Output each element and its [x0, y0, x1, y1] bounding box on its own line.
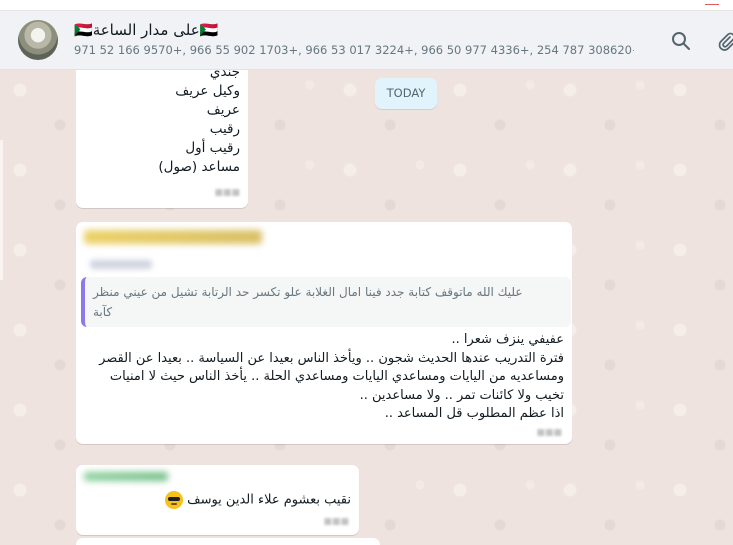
title-flag-right-icon: 🇸🇩: [199, 21, 219, 39]
message-line: اذا عظم المطلوب قل المساعد ..: [384, 406, 564, 421]
sender-phone-blurred: [90, 260, 152, 269]
message-timestamp-blurred: ■■■: [214, 188, 240, 198]
title-flag-left-icon: 🇸🇩: [74, 21, 93, 39]
search-icon[interactable]: [671, 31, 691, 51]
sunglasses-emoji-icon: [164, 491, 183, 509]
message-text: نقيب بعشوم علاء الدين يوسف: [187, 492, 351, 508]
message-line: تخيب ولا كائنات تمر .. ولا مساعدين ..: [359, 387, 564, 403]
chat-header[interactable]: 🇸🇩على مدار الساعة🇸🇩 971 52 166 9570+, 96…: [0, 11, 733, 70]
date-divider: TODAY: [375, 78, 437, 109]
paperclip-icon[interactable]: [716, 31, 733, 51]
group-title-text: على مدار الساعة: [92, 21, 200, 39]
message-text-row: نقيب بعشوم علاء الدين يوسف: [164, 491, 351, 509]
message-bubble-reply[interactable]: عليك الله ماتوقف كتابة جدد فينا امال الغ…: [76, 222, 572, 444]
sender-name-blurred: [84, 472, 168, 481]
window-control-mark: [705, 0, 719, 5]
quoted-message[interactable]: عليك الله ماتوقف كتابة جدد فينا امال الغ…: [81, 277, 571, 327]
message-bubble-ranks[interactable]: جندي وكيل عريف عريف رقيب رقيب أول مساعد …: [76, 70, 248, 208]
message-timestamp-blurred: ■■■: [323, 517, 349, 527]
message-line: رقيب أول: [185, 140, 240, 156]
message-bubble-name[interactable]: نقيب بعشوم علاء الدين يوسف ■■■: [76, 465, 359, 535]
message-line: جندي: [209, 70, 240, 80]
message-line: مساعد (صول): [158, 159, 240, 175]
window-top-edge: [0, 0, 733, 11]
sender-name-blurred: [84, 230, 262, 244]
message-bubble-partial[interactable]: [76, 538, 380, 545]
message-line: ومساعديه من اليايات ومساعدي اليايات ومسا…: [109, 369, 564, 384]
group-avatar[interactable]: [18, 20, 58, 60]
participants-list: 971 52 166 9570+, 966 55 902 1703+, 966 …: [74, 43, 634, 57]
message-line: عريف: [206, 102, 240, 118]
panel-edge: [0, 140, 3, 280]
message-line: عفيفي ينزف شعرا ..: [451, 332, 564, 347]
message-body: عفيفي ينزف شعرا .. فترة التدريب عندها ال…: [86, 331, 564, 424]
quoted-message-text: عليك الله ماتوقف كتابة جدد فينا امال الغ…: [93, 285, 523, 319]
message-line: فترة التدريب عندها الحديث شجون .. ويأخذ …: [99, 350, 564, 366]
message-line: رقيب: [209, 121, 240, 137]
group-title[interactable]: 🇸🇩على مدار الساعة🇸🇩: [74, 21, 218, 39]
message-timestamp-blurred: ■■■: [536, 428, 562, 438]
chat-area[interactable]: جندي وكيل عريف عريف رقيب رقيب أول مساعد …: [0, 70, 733, 545]
message-line: وكيل عريف: [175, 83, 240, 99]
